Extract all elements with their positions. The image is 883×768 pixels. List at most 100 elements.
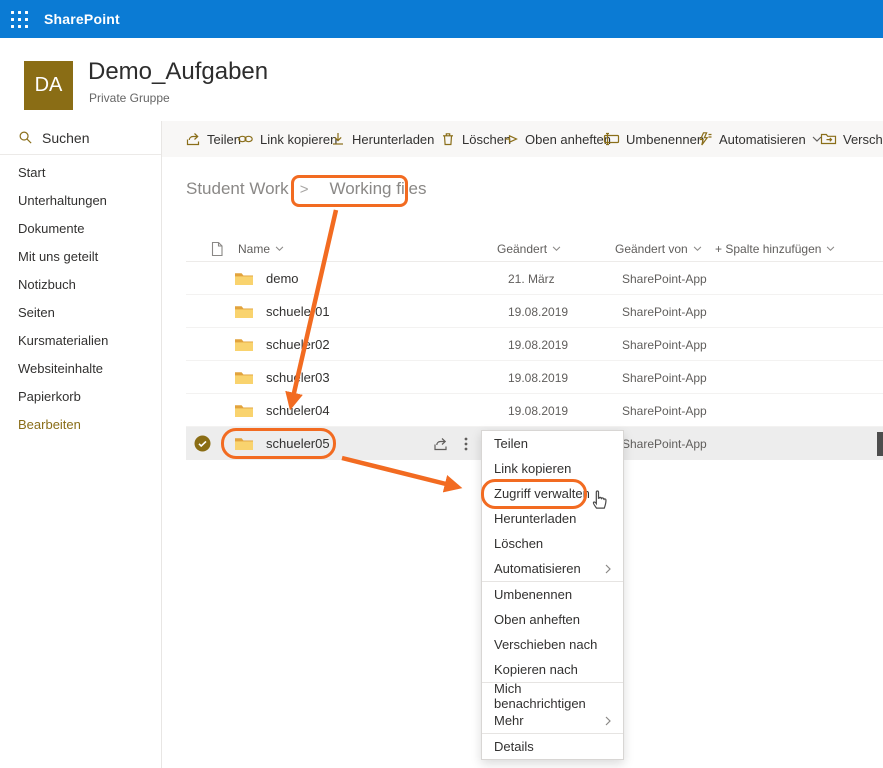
modified-column-header[interactable]: Geändert	[497, 235, 561, 262]
site-avatar[interactable]: DA	[24, 61, 73, 110]
modified-by: SharePoint-App	[622, 328, 707, 361]
share-icon	[185, 131, 201, 147]
menu-item-label: Löschen	[494, 536, 543, 551]
row-share-icon[interactable]	[432, 427, 449, 460]
move-to-button[interactable]: Verschieben	[820, 121, 883, 157]
modified-date: 19.08.2019	[508, 361, 568, 394]
menu-item-umbenennen[interactable]: Umbenennen	[482, 582, 623, 607]
sidebar-item-dokumente[interactable]: Dokumente	[0, 214, 161, 242]
hand-cursor-icon	[589, 488, 609, 510]
name-column-header[interactable]: Name	[238, 235, 284, 262]
table-row[interactable]: schueler03 19.08.2019 SharePoint-App	[186, 361, 883, 394]
modified-by: SharePoint-App	[622, 427, 707, 460]
suite-bar: SharePoint	[0, 0, 883, 38]
menu-item-label: Oben anheften	[494, 612, 580, 627]
file-name[interactable]: demo	[266, 262, 299, 295]
file-name[interactable]: schueler04	[266, 394, 330, 427]
modified-date: 19.08.2019	[508, 328, 568, 361]
menu-item-mich-benachrichtigen[interactable]: Mich benachrichtigen	[482, 683, 623, 708]
chevron-right-icon	[605, 716, 611, 726]
menu-item-label: Automatisieren	[494, 561, 581, 576]
share-button[interactable]: Teilen	[185, 121, 241, 157]
modified-by: SharePoint-App	[622, 394, 707, 427]
sidebar-item-mit-uns-geteilt[interactable]: Mit uns geteilt	[0, 242, 161, 270]
file-name[interactable]: schueler02	[266, 328, 330, 361]
menu-item-label: Herunterladen	[494, 511, 576, 526]
modified-date: 21. März	[508, 262, 555, 295]
modified-by: SharePoint-App	[622, 262, 707, 295]
menu-item-teilen[interactable]: Teilen	[482, 431, 623, 456]
scrollbar-thumb[interactable]	[877, 432, 883, 456]
menu-item-mehr[interactable]: Mehr	[482, 708, 623, 733]
sidebar-item-kursmaterialien[interactable]: Kursmaterialien	[0, 326, 161, 354]
menu-item-kopieren-nach[interactable]: Kopieren nach	[482, 657, 623, 682]
toolbar-label: Automatisieren	[719, 132, 806, 147]
file-name[interactable]: schueler03	[266, 361, 330, 394]
app-launcher-button[interactable]	[0, 0, 38, 38]
menu-item-link-kopieren[interactable]: Link kopieren	[482, 456, 623, 481]
trash-icon	[440, 131, 456, 147]
menu-item-automatisieren[interactable]: Automatisieren	[482, 556, 623, 581]
copy-link-button[interactable]: Link kopieren	[237, 121, 337, 157]
toolbar-label: Herunterladen	[352, 132, 434, 147]
app-name[interactable]: SharePoint	[44, 11, 120, 27]
rename-button[interactable]: Umbenennen	[603, 121, 704, 157]
folder-icon	[234, 394, 254, 427]
sidebar-item-seiten[interactable]: Seiten	[0, 298, 161, 326]
sidebar-item-bearbeiten[interactable]: Bearbeiten	[0, 410, 161, 438]
pin-icon	[503, 131, 519, 147]
check-circle-icon	[194, 435, 211, 452]
folder-icon	[234, 262, 254, 295]
search-placeholder: Suchen	[42, 130, 89, 146]
sidebar-item-websiteinhalte[interactable]: Websiteinhalte	[0, 354, 161, 382]
chevron-down-icon	[275, 246, 284, 252]
row-more-actions-icon[interactable]	[464, 427, 468, 460]
delete-button[interactable]: Löschen	[440, 121, 511, 157]
menu-item-label: Umbenennen	[494, 587, 572, 602]
site-title[interactable]: Demo_Aufgaben	[88, 58, 268, 86]
automate-button[interactable]: Automatisieren	[697, 121, 822, 157]
table-row[interactable]: demo 21. März SharePoint-App	[186, 262, 883, 295]
nav-label: Seiten	[18, 305, 55, 320]
waffle-icon	[10, 10, 29, 29]
site-header: DA Demo_Aufgaben Private Gruppe	[0, 38, 883, 121]
breadcrumb-student-work[interactable]: Student Work	[186, 179, 289, 199]
toolbar-label: Link kopieren	[260, 132, 337, 147]
file-name[interactable]: schueler01	[266, 295, 330, 328]
folder-icon	[234, 328, 254, 361]
menu-item-label: Details	[494, 739, 534, 754]
search-input[interactable]: Suchen	[0, 121, 161, 155]
modified-date: 19.08.2019	[508, 394, 568, 427]
download-button[interactable]: Herunterladen	[330, 121, 434, 157]
table-row[interactable]: schueler04 19.08.2019 SharePoint-App	[186, 394, 883, 427]
nav-label: Mit uns geteilt	[18, 249, 98, 264]
chevron-down-icon	[693, 246, 702, 252]
nav-label: Start	[18, 165, 45, 180]
menu-item-oben-anheften[interactable]: Oben anheften	[482, 607, 623, 632]
site-privacy-label: Private Gruppe	[89, 91, 170, 105]
nav-label: Unterhaltungen	[18, 193, 107, 208]
link-icon	[237, 131, 254, 147]
sidebar-item-unterhaltungen[interactable]: Unterhaltungen	[0, 186, 161, 214]
menu-item-verschieben-nach[interactable]: Verschieben nach	[482, 632, 623, 657]
toolbar-label: Verschieben	[843, 132, 883, 147]
chevron-down-icon	[826, 246, 835, 252]
sidebar-item-start[interactable]: Start	[0, 158, 161, 186]
menu-item-loeschen[interactable]: Löschen	[482, 531, 623, 556]
file-type-column-header[interactable]	[210, 235, 224, 262]
table-row[interactable]: schueler01 19.08.2019 SharePoint-App	[186, 295, 883, 328]
pin-to-top-button[interactable]: Oben anheften	[503, 121, 611, 157]
document-icon	[210, 241, 224, 257]
column-label: + Spalte hinzufügen	[715, 242, 821, 256]
annotation-box-schueler05	[221, 428, 336, 459]
arrow-folder-to-menuitem	[342, 458, 458, 487]
annotation-box-working-files	[291, 175, 408, 207]
sidebar-item-papierkorb[interactable]: Papierkorb	[0, 382, 161, 410]
sidebar-item-notizbuch[interactable]: Notizbuch	[0, 270, 161, 298]
table-row[interactable]: schueler02 19.08.2019 SharePoint-App	[186, 328, 883, 361]
add-column-button[interactable]: + Spalte hinzufügen	[715, 235, 835, 262]
annotation-box-zugriff-verwalten	[481, 479, 587, 509]
row-selected-checkbox[interactable]	[194, 427, 211, 460]
menu-item-details[interactable]: Details	[482, 734, 623, 759]
modified-by-column-header[interactable]: Geändert von	[615, 235, 702, 262]
